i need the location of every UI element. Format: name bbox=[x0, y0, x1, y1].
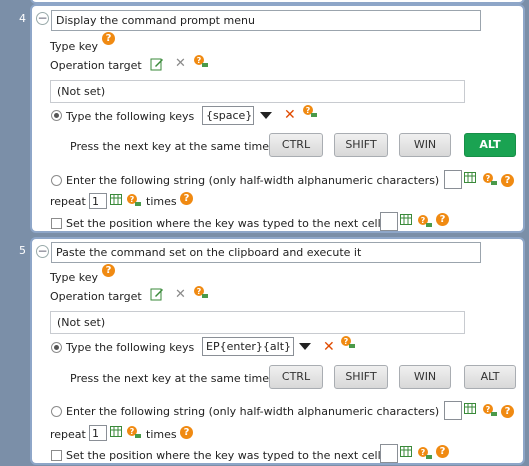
cell-input[interactable] bbox=[380, 212, 398, 231]
times-label: times bbox=[146, 428, 177, 441]
help-icon[interactable]: ? bbox=[180, 192, 193, 205]
collapse-icon[interactable]: − bbox=[36, 245, 49, 258]
dropdown-icon[interactable] bbox=[299, 343, 311, 350]
help-icon[interactable]: ? bbox=[436, 213, 449, 226]
set-position-label: Set the position where the key was typed… bbox=[66, 449, 381, 462]
key-search-icon[interactable]: ? bbox=[302, 104, 318, 118]
help-icon[interactable]: ? bbox=[436, 445, 449, 458]
svg-text:?: ? bbox=[197, 287, 202, 296]
alt-button[interactable]: ALT bbox=[464, 133, 516, 157]
step-number: 4 bbox=[19, 12, 26, 25]
repeat-label: repeat bbox=[50, 428, 86, 441]
svg-text:?: ? bbox=[486, 405, 491, 414]
repeat-input[interactable]: 1 bbox=[89, 425, 107, 441]
clear-icon[interactable]: ✕ bbox=[175, 288, 186, 301]
svg-text:?: ? bbox=[486, 174, 491, 183]
operation-target-label: Operation target bbox=[50, 290, 142, 303]
shift-button[interactable]: SHIFT bbox=[334, 365, 388, 389]
key-search-icon[interactable]: ? bbox=[417, 446, 433, 460]
type-keys-radio[interactable] bbox=[51, 342, 62, 353]
ctrl-button[interactable]: CTRL bbox=[269, 133, 323, 157]
type-key-label: Type key bbox=[50, 40, 99, 53]
enter-string-label: Enter the following string (only half-wi… bbox=[66, 174, 440, 187]
key-search-icon[interactable]: ? bbox=[340, 335, 356, 349]
enter-string-label: Enter the following string (only half-wi… bbox=[66, 405, 440, 418]
key-search-icon[interactable]: ? bbox=[126, 193, 142, 207]
svg-text:?: ? bbox=[130, 195, 135, 204]
clear-keys-icon[interactable]: ✕ bbox=[284, 108, 296, 122]
set-position-checkbox[interactable] bbox=[51, 450, 62, 461]
times-label: times bbox=[146, 195, 177, 208]
edit-icon[interactable] bbox=[150, 287, 164, 301]
set-position-checkbox[interactable] bbox=[51, 218, 62, 229]
help-icon[interactable]: ? bbox=[180, 426, 193, 439]
step-number: 5 bbox=[19, 244, 26, 257]
svg-text:?: ? bbox=[344, 337, 349, 346]
keys-input[interactable]: EP{enter}{alt} bbox=[202, 337, 294, 356]
modifier-label: Press the next key at the same time bbox=[70, 372, 270, 385]
table-icon[interactable] bbox=[400, 446, 412, 457]
svg-text:?: ? bbox=[421, 216, 426, 225]
svg-text:?: ? bbox=[306, 106, 311, 115]
key-search-icon[interactable]: ? bbox=[193, 54, 209, 68]
operation-target-label: Operation target bbox=[50, 59, 142, 72]
step-title-input[interactable]: Display the command prompt menu bbox=[51, 10, 481, 31]
set-position-label: Set the position where the key was typed… bbox=[66, 217, 381, 230]
keys-input[interactable]: {space} bbox=[202, 106, 254, 125]
step-gutter bbox=[0, 0, 30, 466]
modifier-label: Press the next key at the same time bbox=[70, 140, 270, 153]
type-keys-label: Type the following keys bbox=[66, 341, 195, 354]
key-search-icon[interactable]: ? bbox=[193, 285, 209, 299]
shift-button[interactable]: SHIFT bbox=[334, 133, 388, 157]
help-icon[interactable]: ? bbox=[102, 32, 115, 45]
step-panel: − Display the command prompt menu Type k… bbox=[30, 4, 525, 233]
table-icon[interactable] bbox=[110, 194, 122, 205]
win-button[interactable]: WIN bbox=[399, 133, 451, 157]
step-panel: − Paste the command set on the clipboard… bbox=[30, 237, 525, 465]
key-search-icon[interactable]: ? bbox=[417, 214, 433, 228]
alt-button[interactable]: ALT bbox=[464, 365, 516, 389]
edit-icon[interactable] bbox=[150, 57, 164, 71]
svg-text:?: ? bbox=[197, 56, 202, 65]
win-button[interactable]: WIN bbox=[399, 365, 451, 389]
ctrl-button[interactable]: CTRL bbox=[269, 365, 323, 389]
clear-icon[interactable]: ✕ bbox=[175, 57, 186, 70]
clear-keys-icon[interactable]: ✕ bbox=[323, 340, 335, 354]
svg-text:?: ? bbox=[421, 448, 426, 457]
repeat-label: repeat bbox=[50, 195, 86, 208]
type-keys-label: Type the following keys bbox=[66, 110, 195, 123]
svg-text:?: ? bbox=[130, 427, 135, 436]
help-icon[interactable]: ? bbox=[501, 174, 514, 187]
help-icon[interactable]: ? bbox=[102, 264, 115, 277]
repeat-input[interactable]: 1 bbox=[89, 193, 107, 209]
table-icon[interactable] bbox=[464, 172, 476, 183]
table-icon[interactable] bbox=[464, 403, 476, 414]
dropdown-icon[interactable] bbox=[260, 112, 272, 119]
operation-target-field[interactable]: (Not set) bbox=[50, 80, 465, 103]
string-input[interactable] bbox=[444, 401, 462, 420]
collapse-icon[interactable]: − bbox=[36, 12, 49, 25]
string-input[interactable] bbox=[444, 170, 462, 189]
cell-input[interactable] bbox=[380, 444, 398, 463]
enter-string-radio[interactable] bbox=[51, 175, 62, 186]
key-search-icon[interactable]: ? bbox=[482, 403, 498, 417]
table-icon[interactable] bbox=[110, 426, 122, 437]
type-key-label: Type key bbox=[50, 271, 99, 284]
enter-string-radio[interactable] bbox=[51, 406, 62, 417]
key-search-icon[interactable]: ? bbox=[126, 425, 142, 439]
type-keys-radio[interactable] bbox=[51, 110, 62, 121]
key-search-icon[interactable]: ? bbox=[482, 172, 498, 186]
table-icon[interactable] bbox=[400, 214, 412, 225]
help-icon[interactable]: ? bbox=[501, 405, 514, 418]
operation-target-field[interactable]: (Not set) bbox=[50, 311, 465, 334]
step-title-input[interactable]: Paste the command set on the clipboard a… bbox=[51, 242, 481, 263]
